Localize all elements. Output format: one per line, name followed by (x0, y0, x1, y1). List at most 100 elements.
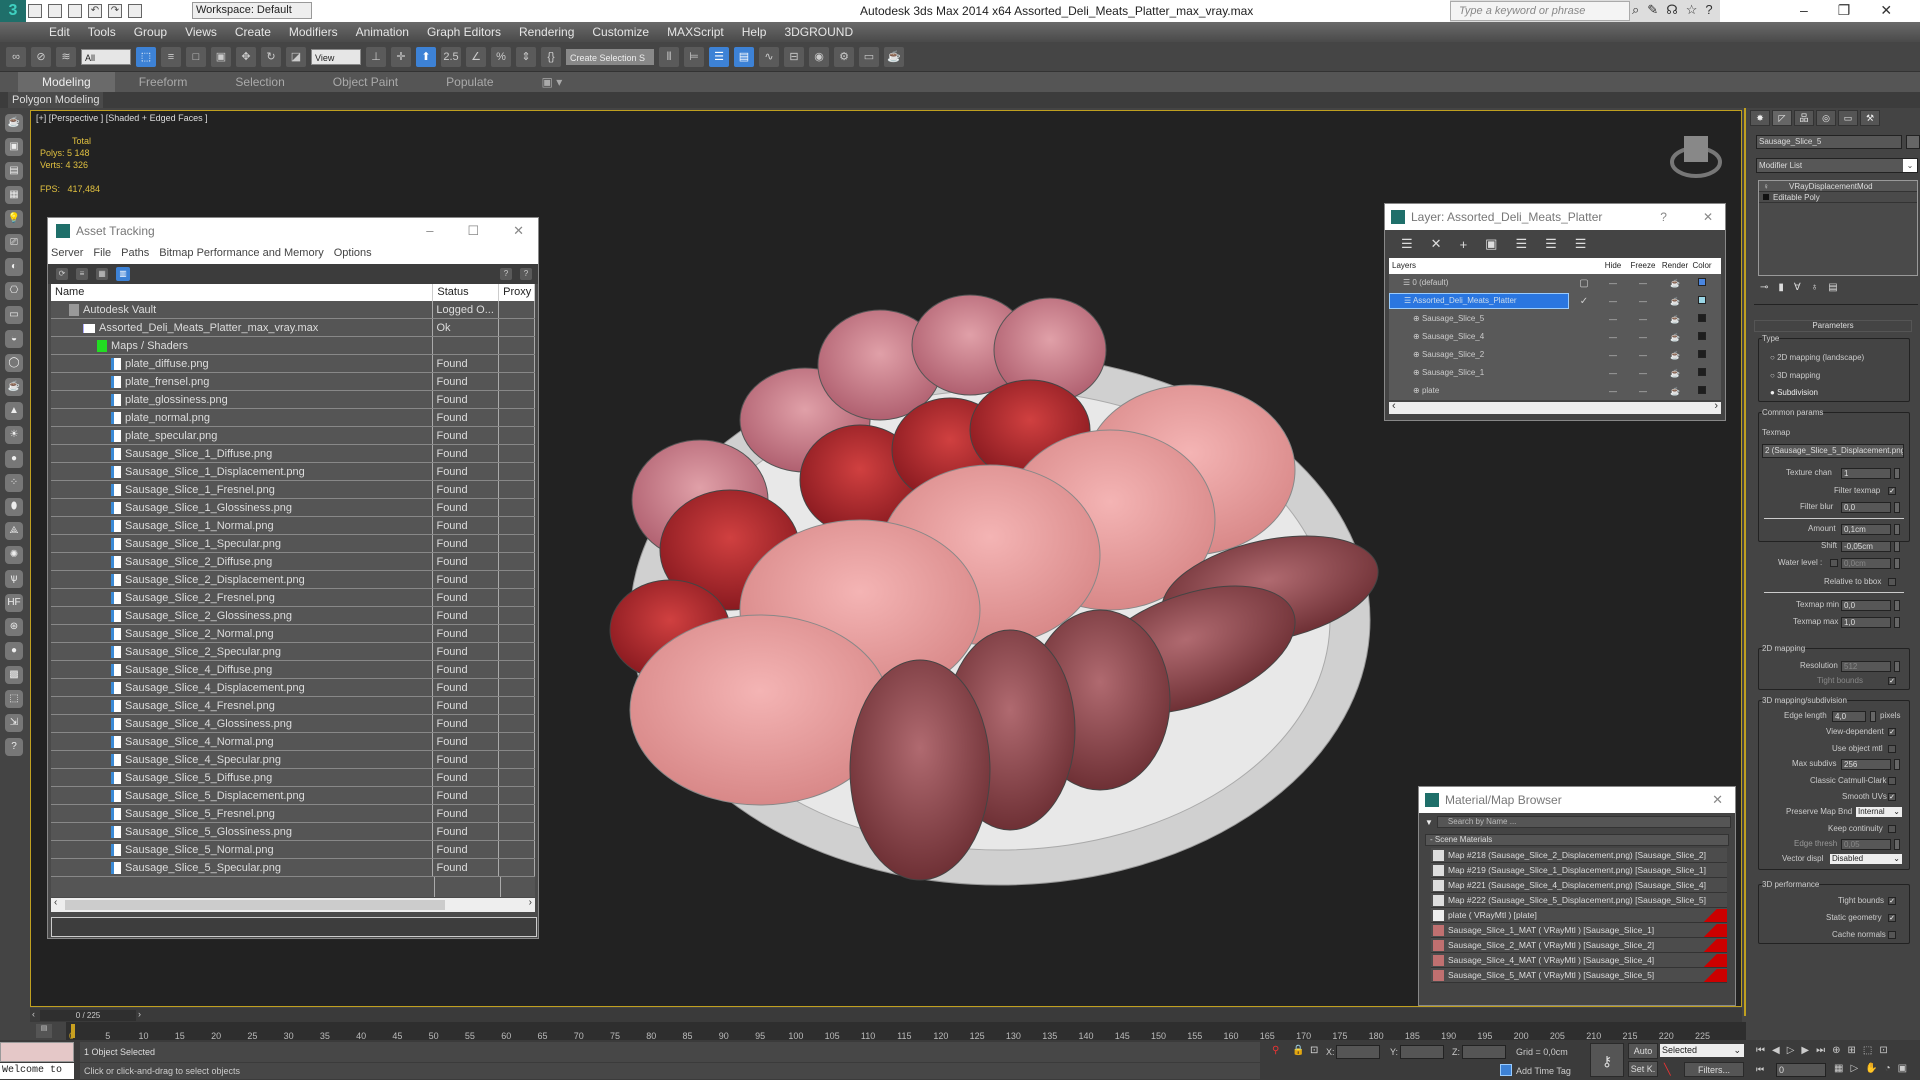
column-proxy[interactable]: Proxy R (499, 284, 535, 301)
modifier-vraydisplacement[interactable]: ♀ VRayDisplacementMod (1759, 181, 1917, 192)
table-view-icon[interactable]: ▥ (116, 267, 130, 281)
asset-menu-file[interactable]: File (93, 244, 111, 264)
edge-length-spinner[interactable] (1870, 711, 1876, 722)
modify-tab-icon[interactable]: ◸ (1772, 110, 1792, 126)
layer-name[interactable]: ☰ Assorted_Deli_Meats_Platter (1389, 293, 1569, 309)
displacement-icon[interactable]: ⊛ (5, 618, 23, 636)
hide-toggle[interactable]: — (1599, 387, 1627, 396)
freeze-toggle[interactable]: — (1627, 279, 1659, 288)
close-icon[interactable]: ✕ (1880, 2, 1892, 19)
menu-3dground[interactable]: 3DGROUND (775, 22, 862, 42)
asset-row[interactable]: Sausage_Slice_5_Displacement.png Found (51, 787, 535, 805)
app-menu-button[interactable]: 3 (0, 0, 26, 22)
menu-help[interactable]: Help (733, 22, 776, 42)
display-tab-icon[interactable]: ▭ (1838, 110, 1858, 126)
select-by-name-icon[interactable]: ≡ (161, 46, 181, 67)
edge-length-field[interactable]: 4,0 (1832, 711, 1866, 722)
column-hide[interactable]: Hide (1599, 258, 1627, 274)
context-help-icon[interactable]: ? (520, 268, 532, 280)
open-file-icon[interactable] (48, 4, 62, 18)
refresh-icon[interactable]: ⟳ (56, 268, 68, 280)
freeze-toggle[interactable]: — (1627, 315, 1659, 324)
menu-group[interactable]: Group (125, 22, 176, 42)
material-list-item[interactable]: plate ( VRayMtl ) [plate] (1431, 908, 1727, 923)
mirror-icon[interactable]: ⫴ (659, 46, 679, 67)
edit-named-selection-icon[interactable]: {} (541, 46, 561, 67)
y-coordinate-field[interactable] (1400, 1045, 1444, 1059)
asset-menu-server[interactable]: Server (51, 244, 83, 264)
asset-row[interactable]: Sausage_Slice_2_Glossiness.png Found (51, 607, 535, 625)
ambient-light-icon[interactable]: ● (5, 450, 23, 468)
time-slider-thumb[interactable]: 0 / 225 (40, 1010, 136, 1021)
freeze-toggle[interactable]: — (1627, 387, 1659, 396)
infocenter-search-input[interactable]: Type a keyword or phrase (1450, 1, 1630, 21)
asset-row[interactable]: Sausage_Slice_4_Displacement.png Found (51, 679, 535, 697)
menu-animation[interactable]: Animation (347, 22, 418, 42)
menu-graph-editors[interactable]: Graph Editors (418, 22, 510, 42)
create-tab-icon[interactable]: ✸ (1750, 110, 1770, 126)
water-level-checkbox[interactable] (1830, 559, 1838, 567)
menu-views[interactable]: Views (176, 22, 226, 42)
sphere-light-icon[interactable]: ◯ (5, 354, 23, 372)
use-object-mtl-checkbox[interactable] (1888, 745, 1896, 753)
favorites-icon[interactable]: ☆ (1686, 2, 1698, 18)
material-search-input[interactable]: Search by Name ... (1436, 816, 1731, 828)
viewcube-box[interactable] (1684, 136, 1708, 162)
rendered-frame-icon[interactable]: ▭ (859, 46, 879, 67)
ribbon-tab-populate[interactable]: Populate (422, 72, 517, 92)
layer-row[interactable]: ⊕ Sausage_Slice_5— — ☕ (1389, 310, 1721, 328)
layer-row[interactable]: ⊕ plate — — ☕ (1389, 382, 1721, 400)
resolution-field[interactable]: 512 (1841, 661, 1891, 672)
asset-row[interactable]: plate_normal.png Found (51, 409, 535, 427)
layer-color-swatch[interactable] (1698, 368, 1706, 376)
asset-path-field[interactable] (51, 917, 537, 937)
scale-icon[interactable]: ◪ (286, 46, 306, 67)
make-unique-icon[interactable]: ∀ (1794, 282, 1801, 293)
asset-row[interactable]: plate_diffuse.png Found (51, 355, 535, 373)
texmap-max-field[interactable]: 1,0 (1841, 617, 1891, 628)
link-icon[interactable]: ∞ (6, 46, 26, 67)
mesh-light-icon[interactable]: ☕ (5, 378, 23, 396)
add-to-layer-icon[interactable]: + (1460, 237, 1468, 252)
shift-field[interactable]: -0,05cm (1841, 541, 1891, 552)
preserve-map-bnd-dropdown[interactable]: Internal ⌄ (1855, 806, 1903, 818)
menu-create[interactable]: Create (226, 22, 280, 42)
layer-color-swatch[interactable] (1698, 332, 1706, 340)
maxscript-input[interactable]: Welcome to (0, 1063, 74, 1079)
ribbon-options-icon[interactable]: ▣ ▾ (518, 72, 587, 92)
selection-filter-dropdown[interactable]: All (81, 48, 131, 65)
previous-frame-icon[interactable]: ◀ (1772, 1045, 1780, 1056)
key-filter-dropdown[interactable]: Selected ⌄ (1660, 1044, 1744, 1057)
minimize-icon[interactable]: – (1800, 2, 1808, 19)
show-end-result-icon[interactable]: ▮ (1778, 282, 1784, 293)
menu-modifiers[interactable]: Modifiers (280, 22, 347, 42)
close-icon[interactable]: ✕ (1712, 792, 1735, 808)
key-filters-button[interactable]: Filters... (1684, 1062, 1744, 1077)
spinner-snap-icon[interactable]: ⇕ (516, 46, 536, 67)
render-teapot-icon[interactable]: ☕ (1659, 297, 1691, 306)
asset-row[interactable]: Sausage_Slice_2_Normal.png Found (51, 625, 535, 643)
object-name-field[interactable]: Sausage_Slice_5 (1756, 135, 1902, 149)
material-list-item[interactable]: Map #221 (Sausage_Slice_4_Displacement.p… (1431, 878, 1727, 893)
create-layer-icon[interactable]: ☰ (1401, 236, 1413, 252)
ref-coord-dropdown[interactable]: View (311, 48, 361, 65)
asset-row[interactable]: plate_glossiness.png Found (51, 391, 535, 409)
save-icon[interactable] (68, 4, 82, 18)
current-frame-field[interactable]: 0 (1776, 1063, 1826, 1077)
asset-row[interactable]: Sausage_Slice_1_Fresnel.png Found (51, 481, 535, 499)
hide-toggle[interactable]: — (1599, 297, 1627, 306)
list-view-icon[interactable]: ≡ (76, 268, 88, 280)
viewcube[interactable] (1668, 132, 1724, 182)
utilities-tab-icon[interactable]: ⚒ (1860, 110, 1880, 126)
material-list-item[interactable]: Map #222 (Sausage_Slice_5_Displacement.p… (1431, 893, 1727, 908)
window-crossing-icon[interactable]: ▣ (211, 46, 231, 67)
asset-row[interactable]: plate_specular.png Found (51, 427, 535, 445)
render-teapot-icon[interactable]: ☕ (1659, 333, 1691, 342)
delete-layer-icon[interactable]: ✕ (1431, 236, 1442, 252)
layer-name[interactable]: ⊕ Sausage_Slice_1 (1389, 366, 1569, 380)
render-setup-icon[interactable]: ⚙ (834, 46, 854, 67)
maximize-icon[interactable]: ☐ (467, 223, 479, 239)
layer-horizontal-scrollbar[interactable]: ‹ › (1389, 400, 1721, 414)
scatter-icon[interactable]: ✺ (5, 546, 23, 564)
plane-icon[interactable]: ⟁ (5, 522, 23, 540)
